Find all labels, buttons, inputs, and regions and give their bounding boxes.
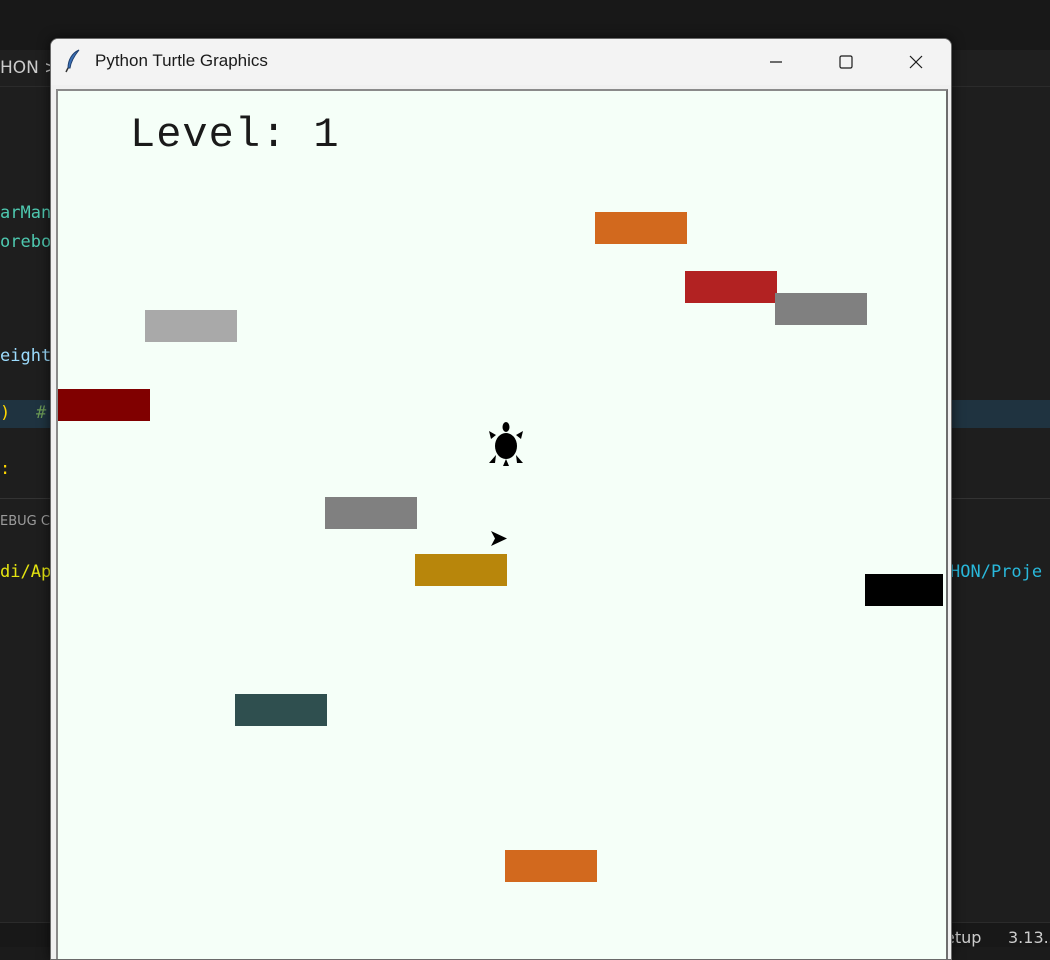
status-item-python-version[interactable]: 3.13.2 — [1008, 928, 1050, 947]
code-comment: # — [36, 403, 47, 423]
car — [595, 212, 687, 244]
arrow-pointer-icon — [490, 530, 508, 547]
minimize-button[interactable] — [741, 39, 811, 85]
car — [865, 574, 943, 606]
window-title: Python Turtle Graphics — [95, 51, 268, 70]
panel-tab-debug-console[interactable]: EBUG C — [0, 514, 50, 529]
turtle-window: Python Turtle Graphics Level: 1 — [50, 38, 952, 960]
car — [325, 497, 417, 529]
code-line: orebo — [0, 232, 52, 252]
car — [415, 554, 507, 586]
car — [235, 694, 327, 726]
car — [505, 850, 597, 882]
code-line: eight — [0, 346, 52, 366]
car — [685, 271, 777, 303]
turtle-canvas[interactable]: Level: 1 — [56, 89, 948, 959]
terminal-text: HON/Proje — [950, 562, 1043, 582]
close-button[interactable] — [881, 39, 951, 85]
turtle-player-icon — [488, 421, 524, 467]
window-titlebar[interactable]: Python Turtle Graphics — [51, 39, 951, 85]
level-label: Level: 1 — [130, 111, 340, 159]
car — [58, 389, 150, 421]
maximize-button[interactable] — [811, 39, 881, 85]
feather-icon — [65, 49, 83, 73]
car — [775, 293, 867, 325]
terminal-text: di/Ap — [0, 562, 52, 582]
code-line: arMan — [0, 203, 52, 223]
code-line: ) — [0, 403, 11, 423]
code-line: : — [0, 459, 11, 479]
car — [145, 310, 237, 342]
